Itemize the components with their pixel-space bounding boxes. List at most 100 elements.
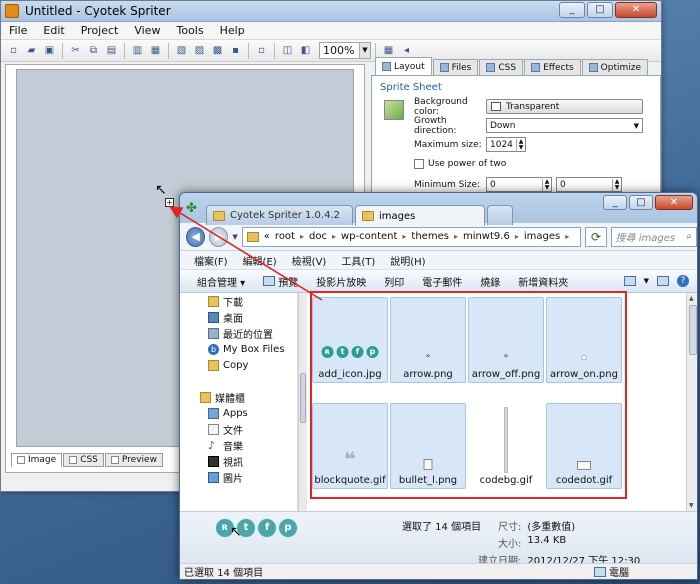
nav-item-label: 文件	[223, 425, 243, 437]
image-icon	[17, 456, 25, 464]
nav-item-videos[interactable]: 視訊	[208, 453, 243, 469]
menu-help[interactable]: Help	[212, 24, 253, 37]
breadcrumb-wp-content[interactable]: wp-content	[341, 231, 397, 242]
nav-pane-scrollbar[interactable]	[298, 293, 307, 511]
nav-item-recent[interactable]: 最近的位置	[208, 325, 273, 341]
maximize-button[interactable]: □	[629, 195, 653, 210]
menu-view[interactable]: 檢視(V)	[284, 253, 334, 268]
search-input[interactable]: 搜尋 images ⌕	[610, 226, 697, 247]
growth-direction-select[interactable]: Down ▼	[486, 118, 643, 133]
tab-css[interactable]: CSS	[63, 453, 104, 467]
scrollbar-thumb[interactable]	[300, 373, 306, 423]
chevron-down-icon[interactable]: ▼	[644, 277, 649, 285]
add-image-icon[interactable]: ▥	[129, 43, 146, 59]
menu-help[interactable]: 說明(H)	[382, 253, 432, 268]
paste-icon[interactable]: ▤	[103, 43, 120, 59]
open-folder-icon[interactable]: ▰	[23, 43, 40, 59]
nav-library-header[interactable]: 媒體櫃	[200, 389, 245, 405]
breadcrumb-doc[interactable]: doc	[309, 231, 327, 242]
preview-button[interactable]: 預覽	[254, 274, 307, 289]
refresh-icon[interactable]: ▩	[209, 43, 226, 59]
menu-file[interactable]: File	[1, 24, 35, 37]
nav-item-downloads[interactable]: 下載	[208, 293, 243, 309]
scrollbar-thumb[interactable]	[689, 305, 697, 355]
add-folder-icon[interactable]: ▦	[147, 43, 164, 59]
email-button[interactable]: 電子郵件	[413, 274, 471, 289]
slideshow-button[interactable]: 投影片放映	[307, 274, 375, 289]
back-button[interactable]: ◀	[186, 226, 206, 247]
import-icon[interactable]: ▧	[173, 43, 190, 59]
prop-row-background: Background color: Transparent	[380, 97, 652, 117]
minimum-height-stepper[interactable]: 0 ▲ ▼	[556, 177, 622, 192]
copy-icon[interactable]: ⧉	[85, 43, 102, 59]
tab-optimize[interactable]: Optimize	[581, 59, 649, 75]
minimize-button[interactable]: _	[559, 2, 585, 18]
help-icon[interactable]: ?	[677, 275, 689, 287]
new-file-icon[interactable]: ▫	[5, 43, 22, 59]
minimum-height-value: 0	[560, 179, 566, 190]
build-icon[interactable]: ▪	[227, 43, 244, 59]
remove-icon[interactable]: ▨	[191, 43, 208, 59]
menu-edit[interactable]: Edit	[35, 24, 72, 37]
file-list-scrollbar[interactable]: ▲ ▼	[686, 293, 697, 511]
zoom-select[interactable]: 100% ▼	[319, 42, 371, 59]
menu-project[interactable]: Project	[73, 24, 127, 37]
background-color-button[interactable]: Transparent	[486, 99, 643, 114]
zoom-fit-icon[interactable]: ◫	[279, 43, 296, 59]
zoom-actual-icon[interactable]: ◧	[297, 43, 314, 59]
breadcrumb-themes[interactable]: themes	[411, 231, 449, 242]
export-icon[interactable]: ▫	[253, 43, 270, 59]
nav-item-music[interactable]: ♪ 音樂	[208, 437, 243, 453]
tab-optimize-label: Optimize	[600, 62, 642, 73]
breadcrumb-root[interactable]: root	[275, 231, 295, 242]
menu-edit[interactable]: 編輯(E)	[235, 253, 284, 268]
nav-item-copy[interactable]: Copy	[208, 357, 248, 373]
tab-cyotek-spriter[interactable]: Cyotek Spriter 1.0.4.2	[206, 205, 353, 225]
view-options-icon[interactable]	[623, 276, 636, 286]
maximum-size-stepper[interactable]: 1024 ▲ ▼	[486, 137, 526, 152]
breadcrumb-images[interactable]: images	[524, 231, 560, 242]
forward-button[interactable]: ▶	[209, 226, 229, 247]
scroll-down-icon[interactable]: ▼	[689, 502, 694, 509]
new-tab-button[interactable]	[487, 205, 513, 225]
minimize-button[interactable]: _	[603, 195, 627, 210]
print-button[interactable]: 列印	[375, 274, 413, 289]
tab-images[interactable]: images	[355, 205, 485, 226]
close-button[interactable]: ✕	[655, 195, 693, 210]
tab-css-props[interactable]: CSS	[479, 59, 524, 75]
refresh-button[interactable]: ⟳	[585, 226, 607, 247]
drag-cursor-icon: ↖	[230, 524, 242, 540]
tab-layout[interactable]: Layout	[375, 57, 432, 75]
maximize-button[interactable]: □	[587, 2, 613, 18]
breadcrumb-minwt[interactable]: minwt9.6	[463, 231, 510, 242]
copy-folder-icon	[208, 359, 219, 371]
address-bar[interactable]: « root ▸ doc ▸ wp-content ▸ themes ▸ min…	[241, 226, 582, 247]
save-icon[interactable]: ▣	[41, 43, 58, 59]
menu-view[interactable]: View	[126, 24, 168, 37]
nav-item-apps[interactable]: Apps	[208, 405, 248, 421]
power-of-two-checkbox[interactable]	[414, 158, 424, 169]
preview-pane-icon[interactable]	[657, 276, 669, 286]
organize-button[interactable]: 組合管理 ▾	[188, 274, 254, 289]
menu-tools[interactable]: 工具(T)	[333, 253, 382, 268]
tab-effects[interactable]: Effects	[524, 59, 581, 75]
close-button[interactable]: ✕	[615, 2, 657, 18]
tab-image[interactable]: Image	[11, 453, 63, 467]
nav-item-documents[interactable]: 文件	[208, 421, 243, 437]
menu-tools[interactable]: Tools	[168, 24, 211, 37]
explorer-address-row: ◀ ▶ ▼ « root ▸ doc ▸ wp-content ▸ themes…	[180, 223, 697, 251]
menu-file[interactable]: 檔案(F)	[186, 253, 235, 268]
minimum-width-stepper[interactable]: 0 ▲ ▼	[486, 177, 552, 192]
nav-item-mybox[interactable]: b My Box Files	[208, 341, 284, 357]
burn-button[interactable]: 燒錄	[471, 274, 509, 289]
css-icon	[486, 63, 496, 72]
scroll-up-icon[interactable]: ▲	[689, 295, 694, 302]
breadcrumb-overflow[interactable]: «	[264, 231, 270, 242]
tab-files[interactable]: Files	[432, 59, 479, 75]
cut-icon[interactable]: ✂	[67, 43, 84, 59]
new-folder-button[interactable]: 新增資料夾	[509, 274, 577, 289]
tab-preview[interactable]: Preview	[104, 453, 163, 467]
nav-item-pictures[interactable]: 圖片	[208, 469, 243, 485]
nav-item-desktop[interactable]: 桌面	[208, 309, 243, 325]
history-chevron-icon[interactable]: ▼	[232, 233, 237, 241]
